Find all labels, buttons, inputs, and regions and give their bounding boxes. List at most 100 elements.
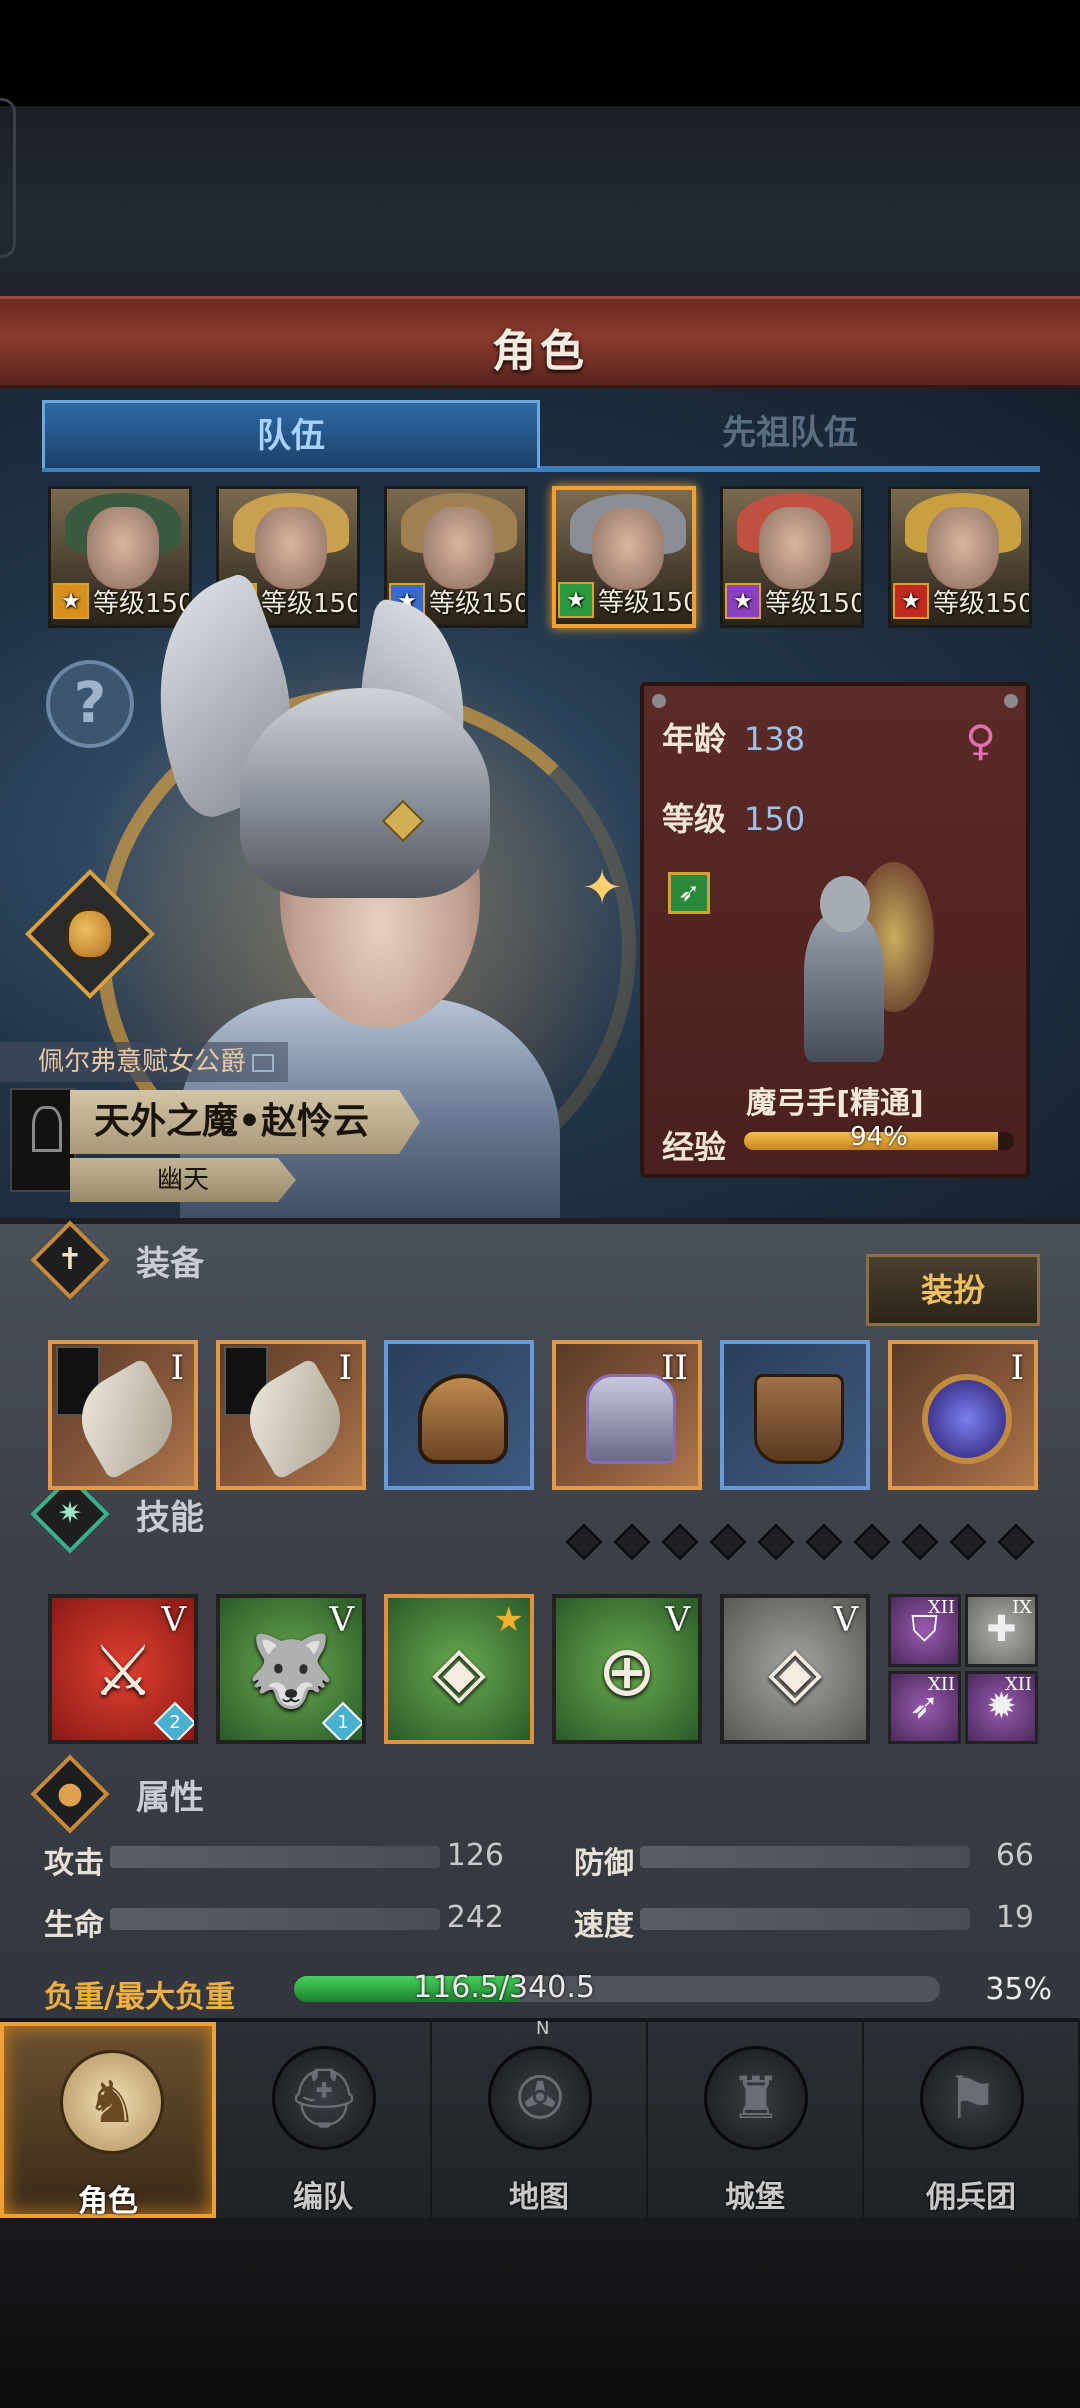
bottom-nav: ♞ 角色 ⛑ 编队 ✇ 地图 ♜ 城堡 ⚑ 佣兵团 xyxy=(0,2018,1080,2219)
skills-label: 技能 xyxy=(136,1498,204,1538)
stat-defense-label: 防御 xyxy=(574,1846,634,1881)
stat-life-label: 生命 xyxy=(44,1908,104,1943)
skill-pip xyxy=(901,1523,939,1561)
party-member-1[interactable]: ★ 等级150 xyxy=(48,486,192,628)
portrait-face xyxy=(759,507,831,589)
tier-label: IX xyxy=(1012,1597,1032,1618)
party-member-4[interactable]: ★ 等级150 xyxy=(552,486,696,628)
status-bar-area xyxy=(0,0,1080,106)
nav-mercenary[interactable]: ⚑ 佣兵团 xyxy=(864,2022,1080,2218)
nav-helmet-formation[interactable]: ⛑ 编队 xyxy=(216,2022,432,2218)
skill-glyph-icon: ⚔ xyxy=(91,1630,155,1712)
skill-sun[interactable]: ✹ XII xyxy=(965,1671,1038,1744)
character-title: 佩尔弗意赋女公爵 xyxy=(38,1047,247,1077)
tab-ancestor-party[interactable]: 先祖队伍 xyxy=(540,400,1040,470)
bow-class-icon: ★ xyxy=(558,582,594,618)
horse-class-icon: ★ xyxy=(893,583,929,619)
tier-label: V xyxy=(329,1600,354,1640)
skill-shield[interactable]: ⛉ XII xyxy=(888,1594,961,1667)
job-label: 魔弓手[精通] xyxy=(746,1086,924,1121)
tab-party[interactable]: 队伍 xyxy=(42,400,540,470)
helmet-slot[interactable] xyxy=(384,1340,534,1490)
skill-crystal-hand[interactable]: ◈ V xyxy=(720,1594,870,1744)
pin-icon xyxy=(1004,694,1018,708)
party-member-5[interactable]: ★ 等级150 xyxy=(720,486,864,628)
compass-north-label: N xyxy=(536,2018,550,2039)
job-figure xyxy=(774,862,934,1072)
skill-wolf[interactable]: 🐺 V 1 xyxy=(216,1594,366,1744)
level-value: 150 xyxy=(744,800,806,838)
armor-slot[interactable]: II xyxy=(552,1340,702,1490)
accessory-slot[interactable]: I xyxy=(888,1340,1038,1490)
portrait-level-label: 等级150 xyxy=(598,587,696,618)
skill-pip xyxy=(709,1523,747,1561)
nav-compass-map[interactable]: ✇ 地图 xyxy=(432,2022,648,2218)
portrait-face xyxy=(592,508,664,590)
stat-speed-value: 19 xyxy=(995,1900,1034,1935)
skill-arrow[interactable]: ➶ XII xyxy=(888,1671,961,1744)
helmet-formation-icon: ⛑ xyxy=(272,2046,376,2150)
person-icon: ● xyxy=(30,1754,110,1834)
character-faction: 幽天 xyxy=(70,1158,296,1202)
title-banner: 角色 xyxy=(0,296,1080,388)
boots-slot[interactable] xyxy=(720,1340,870,1490)
cross-icon: ✝ xyxy=(30,1220,110,1300)
nav-label: 佣兵团 xyxy=(926,2180,1016,2215)
skill-target[interactable]: ⊕ V xyxy=(552,1594,702,1744)
level-label: 等级 xyxy=(662,800,727,838)
tier-label: I xyxy=(338,1348,352,1388)
faction-banner-icon xyxy=(10,1088,76,1192)
skill-pip xyxy=(853,1523,891,1561)
bow-class-icon: ➶ xyxy=(668,872,710,914)
portrait-face xyxy=(87,507,159,589)
exp-label: 经验 xyxy=(662,1128,727,1166)
side-drawer-handle[interactable] xyxy=(0,98,16,258)
dress-up-button[interactable]: 装扮 xyxy=(866,1254,1040,1326)
help-icon[interactable]: ? xyxy=(46,660,134,748)
load-label: 负重/最大负重 xyxy=(44,1980,235,2015)
home-icon xyxy=(252,1053,275,1072)
boots-icon xyxy=(754,1374,844,1464)
header-backdrop xyxy=(0,106,1080,296)
stat-defense-value: 66 xyxy=(995,1838,1034,1873)
skill-heal[interactable]: ✚ IX xyxy=(965,1594,1038,1667)
portrait-level-label: 等级150 xyxy=(93,588,192,619)
stat-attack-bar xyxy=(110,1846,440,1868)
portrait-face xyxy=(927,507,999,589)
skill-pip xyxy=(613,1523,651,1561)
weapon-slot-2[interactable]: I xyxy=(216,1340,366,1490)
skill-glyph-icon: ◈ xyxy=(768,1630,822,1712)
tier-label: I xyxy=(170,1348,184,1388)
stat-life-value: 242 xyxy=(446,1900,504,1935)
knight-icon: ♞ xyxy=(60,2050,164,2154)
details-panel: ✝ 装备 装扮 ✷ 技能 ● 属性 攻击 126 防御 66 生命 242 速度… xyxy=(0,1218,1080,2018)
portrait-level-label: 等级150 xyxy=(429,588,528,619)
skill-glyph-icon: 🐺 xyxy=(247,1630,335,1712)
party-member-6[interactable]: ★ 等级150 xyxy=(888,486,1032,628)
nav-label: 城堡 xyxy=(725,2180,785,2215)
tier-label: XII xyxy=(927,1674,955,1695)
tier-label: II xyxy=(661,1348,688,1388)
female-icon: ♀ xyxy=(965,716,996,765)
castle-icon: ♜ xyxy=(704,2046,808,2150)
compass-map-icon: ✇ xyxy=(488,2046,592,2150)
character-title-plate: 佩尔弗意赋女公爵 xyxy=(0,1042,289,1082)
nav-castle[interactable]: ♜ 城堡 xyxy=(648,2022,864,2218)
skill-sword-strike[interactable]: ⚔ V 2 xyxy=(48,1594,198,1744)
skill-glyph-icon: ⊕ xyxy=(597,1630,657,1712)
weapon-slot-1[interactable]: I xyxy=(48,1340,198,1490)
attributes-header: ● 属性 xyxy=(30,1754,1046,1834)
skill-crystal-spear[interactable]: ◈ ★ xyxy=(384,1594,534,1744)
tier-label: V xyxy=(833,1600,858,1640)
orb-icon xyxy=(922,1374,1012,1464)
stat-attack-value: 126 xyxy=(446,1838,504,1873)
nav-knight[interactable]: ♞ 角色 xyxy=(0,2022,216,2219)
level-row: 等级 150 xyxy=(662,794,805,840)
skill-pip xyxy=(949,1523,987,1561)
hero-helmet xyxy=(240,688,490,898)
nav-label: 角色 xyxy=(78,2184,138,2219)
skill-pip xyxy=(565,1523,603,1561)
tier-label: V xyxy=(665,1600,690,1640)
page-title: 角色 xyxy=(492,326,588,377)
age-label: 年龄 xyxy=(662,720,727,758)
